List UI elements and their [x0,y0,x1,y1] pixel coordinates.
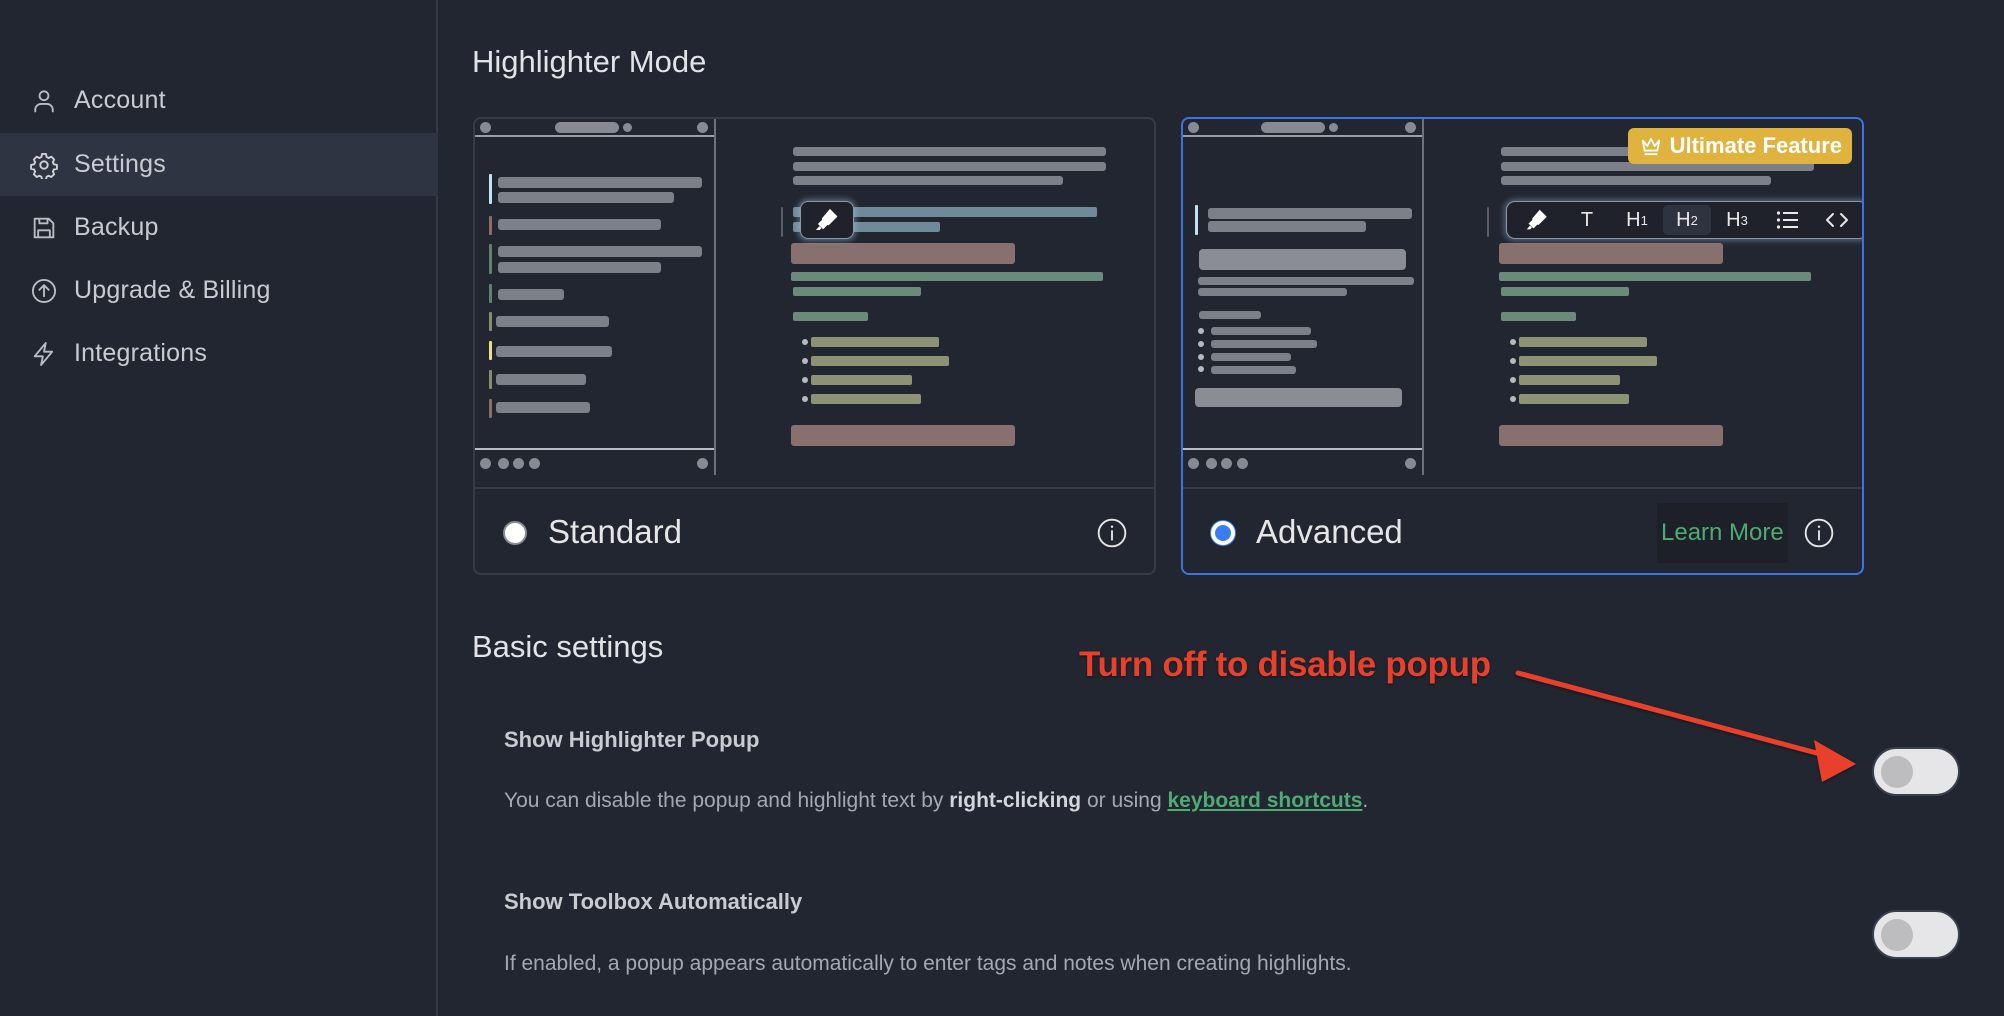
toggle-knob [1881,919,1913,951]
desc-text: or using [1081,789,1168,812]
preview-sidebar-window [1183,119,1424,475]
list-icon [1763,205,1811,235]
sidebar-item-label: Integrations [74,339,208,367]
info-icon[interactable] [1096,517,1128,549]
standard-footer: Standard [475,491,1154,573]
desc-text: You can disable the popup and highlight … [504,789,950,812]
standard-mode-card[interactable]: Standard [473,117,1156,575]
heading2-icon: H2 [1663,205,1711,235]
sidebar: Account Settings Backup Upgrade & Billin… [0,0,438,1016]
sidebar-item-label: Backup [74,213,159,241]
sidebar-item-upgrade-billing[interactable]: Upgrade & Billing [0,259,438,322]
annotation-text: Turn off to disable popup [1079,645,1491,684]
desc-text: . [1362,789,1369,812]
show-highlighter-popup-title: Show Highlighter Popup [504,727,760,752]
sidebar-item-account[interactable]: Account [0,69,438,132]
lightning-icon [30,340,58,368]
sidebar-item-integrations[interactable]: Integrations [0,322,438,385]
keyboard-shortcuts-link[interactable]: keyboard shortcuts [1168,789,1363,812]
show-toolbox-automatically-title: Show Toolbox Automatically [504,889,803,914]
code-icon [1813,205,1861,235]
highlighter-popup-button [800,201,854,239]
advanced-mode-card[interactable]: T H1 H2 H3 Ultimate Feature Advanced Lea… [1181,117,1864,575]
show-toolbox-automatically-desc: If enabled, a popup appears automaticall… [504,952,1352,975]
preview-sidebar-window [475,119,716,475]
toggle-knob [1881,756,1913,788]
badge-label: Ultimate Feature [1669,133,1842,158]
advanced-radio[interactable] [1211,521,1235,545]
sidebar-item-label: Settings [74,150,166,178]
sidebar-item-label: Account [74,86,166,114]
standard-label: Standard [548,513,682,550]
crown-icon [1641,137,1660,156]
sidebar-item-label: Upgrade & Billing [74,276,271,304]
heading3-icon: H3 [1726,208,1748,231]
save-icon [30,214,58,242]
standard-radio[interactable] [503,521,527,545]
desc-bold-text: right-clicking [949,789,1082,812]
show-highlighter-popup-desc: You can disable the popup and highlight … [504,789,1368,813]
ultimate-feature-badge: Ultimate Feature [1627,128,1852,164]
advanced-preview: T H1 H2 H3 Ultimate Feature [1183,119,1862,489]
text-icon: T [1580,208,1594,231]
highlighter-icon [815,208,838,231]
basic-settings-title: Basic settings [472,629,664,664]
highlighter-mode-title: Highlighter Mode [472,44,707,79]
gear-icon [30,151,58,179]
sidebar-item-settings[interactable]: Settings [0,133,438,196]
info-icon[interactable] [1803,517,1835,549]
sidebar-item-backup[interactable]: Backup [0,196,438,259]
show-toolbox-automatically-toggle[interactable] [1872,910,1960,959]
user-icon [30,87,58,115]
learn-more-link[interactable]: Learn More [1657,503,1788,563]
advanced-toolbar-preview: T H1 H2 H3 [1506,201,1862,239]
highlighter-icon [1513,205,1561,235]
standard-preview [475,119,1154,489]
advanced-footer: Advanced Learn More [1183,491,1862,573]
arrow-up-circle-icon [30,277,58,305]
heading1-icon: H1 [1626,208,1648,231]
advanced-label: Advanced [1256,513,1403,550]
show-highlighter-popup-toggle[interactable] [1872,747,1960,796]
